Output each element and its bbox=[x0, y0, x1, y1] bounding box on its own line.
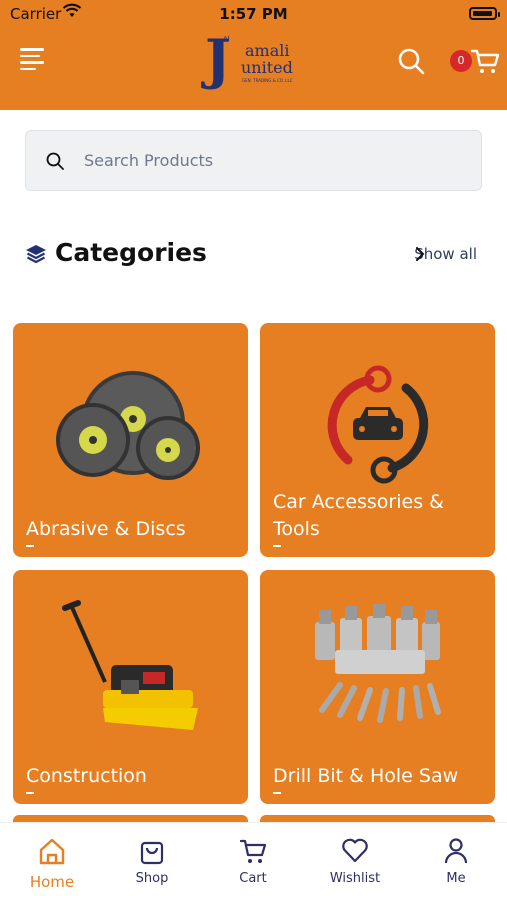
clock: 1:57 PM bbox=[219, 5, 288, 23]
search-icon[interactable] bbox=[396, 46, 426, 76]
logo-prefix: Al bbox=[223, 35, 230, 43]
cart-count-badge: 0 bbox=[450, 50, 472, 72]
nav-cart[interactable]: Cart bbox=[203, 823, 303, 900]
categories-header: Categories Show all bbox=[25, 235, 485, 275]
shopping-bag-icon bbox=[140, 841, 164, 865]
brand-logo: J Al amali united GEN. TRADING & CO. LLC bbox=[205, 27, 305, 91]
category-card-construction[interactable]: Construction bbox=[13, 570, 248, 804]
logo-word-2: united bbox=[241, 58, 293, 77]
category-card-drill-bits[interactable]: Drill Bit & Hole Saw bbox=[260, 570, 495, 804]
cart-icon bbox=[239, 839, 267, 863]
nav-cart-label: Cart bbox=[239, 871, 267, 886]
nav-home[interactable]: Home bbox=[2, 823, 102, 900]
search-icon bbox=[46, 152, 64, 170]
battery-icon bbox=[469, 7, 500, 20]
category-card-car-accessories[interactable]: Car Accessories & Tools bbox=[260, 323, 495, 557]
app-screen: Carrier 1:57 PM J Al amali united GEN. T… bbox=[0, 0, 507, 900]
label-underline bbox=[26, 792, 34, 794]
category-label: Construction bbox=[26, 765, 147, 787]
label-underline bbox=[26, 545, 34, 547]
status-bar: Carrier 1:57 PM bbox=[0, 0, 507, 28]
search-placeholder: Search Products bbox=[84, 151, 214, 170]
layers-icon bbox=[26, 245, 46, 264]
home-icon bbox=[39, 838, 65, 865]
chevron-right-icon bbox=[416, 247, 425, 261]
bottom-nav: Home Shop Cart Wishlist Me bbox=[0, 822, 507, 900]
logo-tagline: GEN. TRADING & CO. LLC bbox=[242, 78, 293, 83]
show-all-link[interactable]: Show all bbox=[414, 245, 477, 263]
menu-button[interactable] bbox=[20, 48, 48, 72]
label-underline bbox=[273, 792, 281, 794]
category-label: Abrasive & Discs bbox=[26, 518, 186, 540]
nav-shop-label: Shop bbox=[135, 871, 169, 886]
categories-title: Categories bbox=[55, 238, 207, 267]
nav-wishlist-label: Wishlist bbox=[329, 871, 381, 886]
category-label: Drill Bit & Hole Saw bbox=[273, 765, 459, 787]
heart-icon bbox=[342, 838, 368, 863]
user-icon bbox=[444, 838, 468, 864]
search-input[interactable]: Search Products bbox=[25, 130, 482, 191]
nav-shop[interactable]: Shop bbox=[102, 823, 202, 900]
category-card-abrasive[interactable]: Abrasive & Discs bbox=[13, 323, 248, 557]
nav-wishlist[interactable]: Wishlist bbox=[305, 823, 405, 900]
label-underline bbox=[273, 545, 281, 547]
category-label: Car Accessories & Tools bbox=[273, 491, 444, 540]
nav-home-label: Home bbox=[29, 873, 75, 891]
app-header: Carrier 1:57 PM J Al amali united GEN. T… bbox=[0, 0, 507, 110]
nav-me-label: Me bbox=[446, 871, 466, 886]
cart-icon[interactable] bbox=[470, 46, 500, 76]
nav-me[interactable]: Me bbox=[406, 823, 506, 900]
